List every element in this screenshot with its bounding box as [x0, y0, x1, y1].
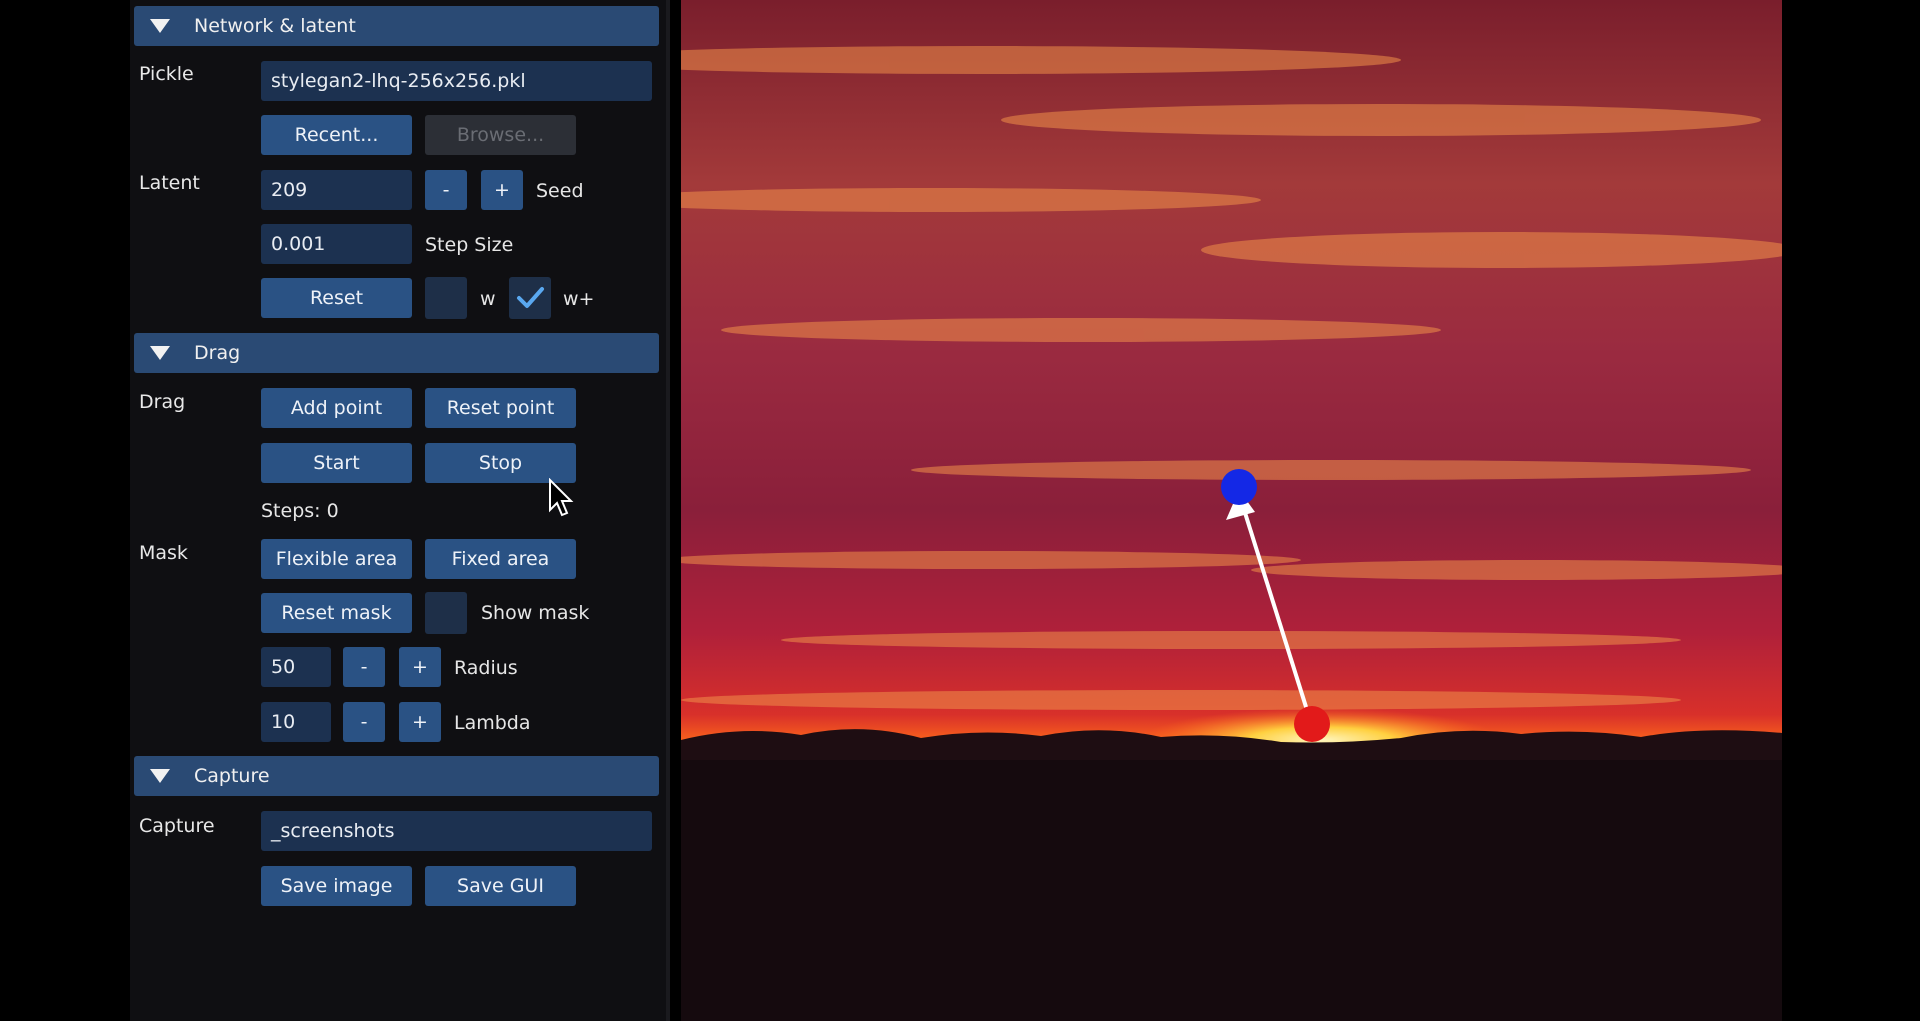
reset-point-button[interactable]: Reset point: [425, 388, 576, 428]
lambda-input[interactable]: 10: [261, 702, 331, 742]
image-canvas[interactable]: [681, 0, 1782, 1021]
browse-button[interactable]: Browse...: [425, 115, 576, 155]
lambda-label: Lambda: [454, 712, 531, 734]
pickle-label: Pickle: [139, 63, 194, 85]
radius-increment-button[interactable]: +: [399, 647, 441, 687]
stop-button[interactable]: Stop: [425, 443, 576, 483]
sunset-image: [681, 0, 1782, 1021]
capture-label: Capture: [139, 815, 215, 837]
fixed-area-button[interactable]: Fixed area: [425, 539, 576, 579]
section-title: Drag: [194, 342, 241, 364]
radius-label: Radius: [454, 657, 518, 679]
section-title: Network & latent: [194, 15, 356, 37]
lambda-decrement-button[interactable]: -: [343, 702, 385, 742]
drag-label: Drag: [139, 391, 186, 413]
radius-decrement-button[interactable]: -: [343, 647, 385, 687]
capture-path-input[interactable]: _screenshots: [261, 811, 652, 851]
start-button[interactable]: Start: [261, 443, 412, 483]
triangle-down-icon: [150, 19, 170, 33]
seed-decrement-button[interactable]: -: [425, 170, 467, 210]
section-capture[interactable]: Capture: [134, 756, 659, 796]
steps-counter: Steps: 0: [261, 500, 339, 522]
section-network-latent[interactable]: Network & latent: [134, 6, 659, 46]
add-point-button[interactable]: Add point: [261, 388, 412, 428]
show-mask-label: Show mask: [481, 602, 590, 624]
checkmark-icon: [517, 287, 544, 308]
mouse-cursor-icon: [548, 477, 574, 522]
w-plus-checkbox[interactable]: [509, 277, 551, 319]
save-image-button[interactable]: Save image: [261, 866, 412, 906]
seed-label: Seed: [536, 180, 584, 202]
section-drag[interactable]: Drag: [134, 333, 659, 373]
step-size-input[interactable]: 0.001: [261, 224, 412, 264]
section-title: Capture: [194, 765, 270, 787]
radius-input[interactable]: 50: [261, 647, 331, 687]
recent-button[interactable]: Recent...: [261, 115, 412, 155]
reset-mask-button[interactable]: Reset mask: [261, 593, 412, 633]
pickle-input[interactable]: stylegan2-lhq-256x256.pkl: [261, 61, 652, 101]
w-checkbox[interactable]: [425, 277, 467, 319]
w-label: w: [480, 288, 496, 310]
flexible-area-button[interactable]: Flexible area: [261, 539, 412, 579]
reset-latent-button[interactable]: Reset: [261, 278, 412, 318]
lambda-increment-button[interactable]: +: [399, 702, 441, 742]
w-plus-label: w+: [563, 288, 595, 310]
seed-increment-button[interactable]: +: [481, 170, 523, 210]
panel-divider: [666, 0, 670, 1021]
latent-label: Latent: [139, 172, 200, 194]
seed-input[interactable]: 209: [261, 170, 412, 210]
mask-label: Mask: [139, 542, 188, 564]
step-size-label: Step Size: [425, 234, 514, 256]
save-gui-button[interactable]: Save GUI: [425, 866, 576, 906]
triangle-down-icon: [150, 769, 170, 783]
handle-point[interactable]: [1221, 469, 1257, 505]
show-mask-checkbox[interactable]: [425, 592, 467, 634]
target-point[interactable]: [1294, 706, 1330, 742]
triangle-down-icon: [150, 346, 170, 360]
